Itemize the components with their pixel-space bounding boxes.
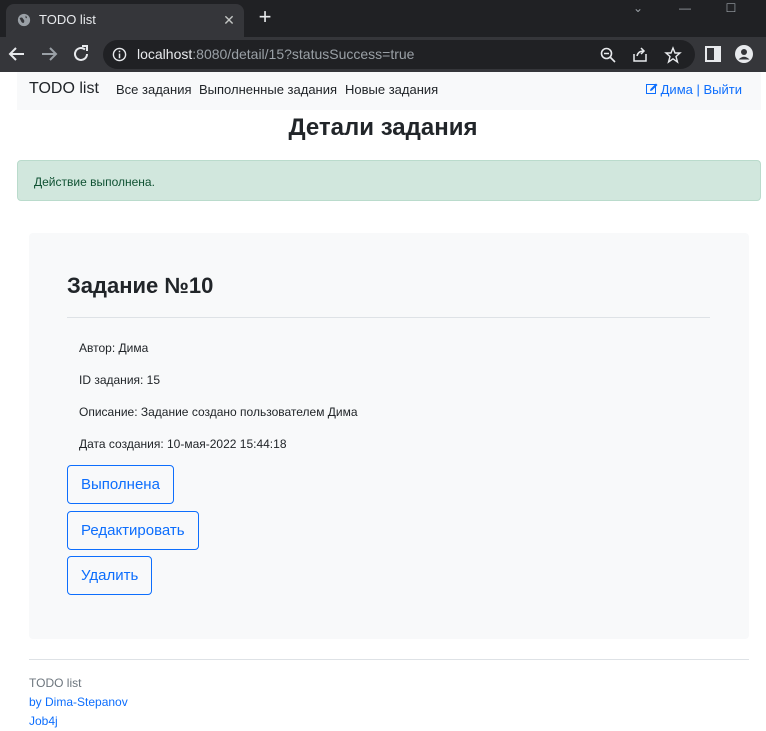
- footer-divider: [29, 659, 749, 660]
- task-description: Описание: Задание создано пользователем …: [79, 405, 358, 419]
- plus-icon[interactable]: +: [255, 6, 275, 28]
- task-title: Задание №10: [67, 273, 214, 298]
- task-created-date: Дата создания: 10-мая-2022 15:44:18: [79, 437, 287, 451]
- nav-link-new-tasks[interactable]: Новые задания: [345, 82, 438, 97]
- star-icon[interactable]: [664, 46, 682, 64]
- browser-toolbar: localhost:8080/detail/15?statusSuccess=t…: [0, 37, 766, 72]
- browser-tab-strip: TODO list ✕ + ⌄ — ☐: [0, 0, 766, 37]
- task-author: Автор: Дима: [79, 341, 149, 355]
- user-menu-separator: |: [696, 82, 700, 97]
- side-panel-icon[interactable]: [704, 45, 722, 63]
- address-bar[interactable]: localhost:8080/detail/15?statusSuccess=t…: [103, 40, 695, 69]
- footer-brand: TODO list: [29, 676, 82, 690]
- zoom-icon[interactable]: [599, 46, 617, 64]
- profile-icon[interactable]: [735, 45, 753, 63]
- back-icon[interactable]: [5, 42, 29, 66]
- nav-link-completed-tasks[interactable]: Выполненные задания: [199, 82, 337, 97]
- chevron-down-icon[interactable]: ⌄: [615, 0, 661, 20]
- edit-button[interactable]: Редактировать: [67, 511, 199, 550]
- footer-job4j-link[interactable]: Job4j: [29, 714, 58, 728]
- user-name-link[interactable]: Дима: [661, 82, 693, 97]
- maximize-icon[interactable]: ☐: [708, 0, 754, 20]
- nav-link-all-tasks[interactable]: Все задания: [116, 82, 192, 97]
- logout-link[interactable]: Выйти: [704, 82, 743, 97]
- complete-button[interactable]: Выполнена: [67, 465, 174, 504]
- footer-author-link[interactable]: by Dima-Stepanov: [29, 695, 128, 709]
- user-menu: Дима | Выйти: [645, 82, 743, 97]
- site-navbar: TODO list Все задания Выполненные задани…: [17, 72, 761, 110]
- page-title: Детали задания: [288, 114, 478, 141]
- task-card: Задание №10 Автор: Дима ID задания: 15 О…: [29, 233, 749, 639]
- tab-title: TODO list: [39, 12, 96, 27]
- browser-tab[interactable]: TODO list ✕: [6, 4, 244, 37]
- task-id: ID задания: 15: [79, 373, 161, 387]
- edit-icon: [645, 83, 658, 94]
- url-text[interactable]: localhost:8080/detail/15?statusSuccess=t…: [137, 46, 414, 62]
- divider: [67, 317, 710, 318]
- alert-message: Действие выполнена.: [34, 175, 155, 189]
- reload-icon[interactable]: [69, 42, 93, 66]
- info-icon[interactable]: [112, 47, 127, 62]
- close-icon[interactable]: ✕: [221, 12, 237, 28]
- forward-icon[interactable]: [37, 42, 61, 66]
- success-alert: Действие выполнена.: [17, 160, 761, 201]
- globe-icon: [17, 13, 31, 27]
- delete-button[interactable]: Удалить: [67, 556, 153, 595]
- navbar-brand[interactable]: TODO list: [29, 80, 99, 98]
- minimize-icon[interactable]: —: [662, 0, 708, 20]
- share-icon[interactable]: [631, 46, 649, 64]
